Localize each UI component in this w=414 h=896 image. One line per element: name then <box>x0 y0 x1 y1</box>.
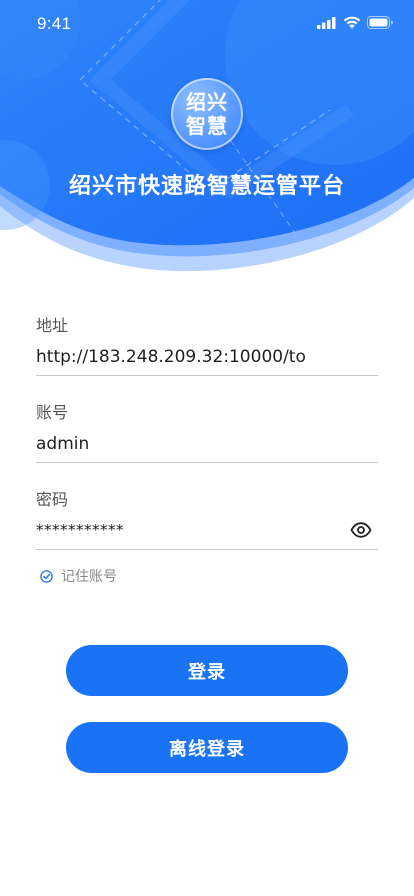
status-bar: 9:41 <box>0 0 414 48</box>
app-title: 绍兴市快速路智慧运管平台 <box>68 174 345 199</box>
password-label: 密码 <box>36 490 69 509</box>
wifi-icon <box>343 16 361 29</box>
address-underline <box>36 375 378 376</box>
remember-account-checkbox[interactable]: 记住账号 <box>40 566 117 586</box>
address-field: 地址 http://183.248.209.32:10000/to <box>36 316 378 378</box>
logo-line-1: 绍兴 <box>186 90 228 114</box>
header-banner: 9:41 绍兴 智慧 绍兴市快速路智慧运管平台 <box>0 0 414 280</box>
account-label: 账号 <box>36 403 69 422</box>
check-circle-icon <box>40 569 53 583</box>
account-field: 账号 admin <box>36 403 378 465</box>
logo-line-2: 智慧 <box>186 114 228 138</box>
account-input[interactable]: admin <box>36 433 336 455</box>
status-icons <box>317 16 394 29</box>
app-logo: 绍兴 智慧 <box>171 78 243 150</box>
battery-icon <box>367 16 393 29</box>
remember-account-label: 记住账号 <box>61 569 117 585</box>
address-label: 地址 <box>36 316 69 335</box>
login-button[interactable]: 登录 <box>66 645 348 696</box>
password-input[interactable]: *********** <box>36 519 336 541</box>
status-time: 9:41 <box>37 14 72 33</box>
account-underline <box>36 462 378 463</box>
address-input[interactable]: http://183.248.209.32:10000/to <box>36 346 378 368</box>
password-field: 密码 *********** <box>36 490 378 552</box>
cellular-signal-icon <box>317 16 336 29</box>
password-underline <box>36 549 378 550</box>
offline-login-button[interactable]: 离线登录 <box>66 722 348 773</box>
show-password-eye-icon[interactable] <box>350 522 372 538</box>
